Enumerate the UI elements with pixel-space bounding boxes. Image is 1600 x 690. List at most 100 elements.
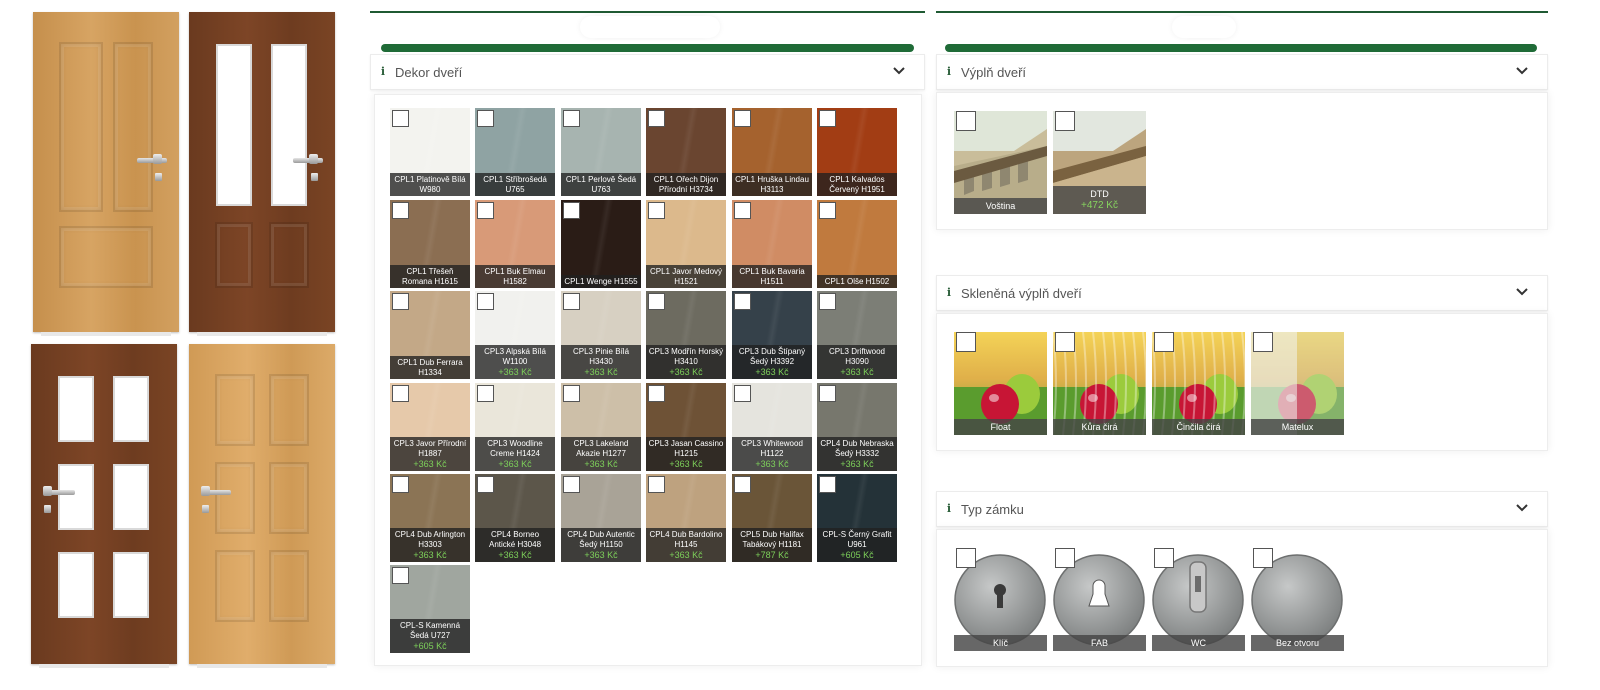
tab-pill[interactable] [580, 16, 720, 38]
decor-checkbox[interactable] [392, 293, 409, 310]
decor-swatch[interactable]: CPL3 Lakeland Akazie H1277 +363 Kč [561, 383, 641, 471]
fill-option-dtd[interactable]: DTD +472 Kč [1053, 111, 1146, 214]
decor-checkbox[interactable] [648, 110, 665, 127]
glass-option[interactable]: Činčila čirá [1152, 332, 1245, 435]
decor-checkbox[interactable] [563, 476, 580, 493]
decor-swatch[interactable]: CPL3 Pinie Bílá H3430 +363 Kč [561, 291, 641, 379]
decor-checkbox[interactable] [819, 202, 836, 219]
glass-option[interactable]: Float [954, 332, 1047, 435]
door-preview-oak-6-panel[interactable] [189, 344, 335, 668]
decor-swatch[interactable]: CPL1 Javor Medový H1521 [646, 200, 726, 288]
decor-swatch[interactable]: CPL4 Borneo Antické H3048 +363 Kč [475, 474, 555, 562]
decor-swatch[interactable]: CPL3 Whitewood H1122 +363 Kč [732, 383, 812, 471]
decor-checkbox[interactable] [819, 476, 836, 493]
info-icon[interactable]: i [377, 65, 389, 79]
chevron-down-icon[interactable] [1515, 64, 1529, 78]
decor-checkbox[interactable] [648, 293, 665, 310]
decor-swatch[interactable]: CPL-S Černý Grafit U961 +605 Kč [817, 474, 897, 562]
decor-swatch[interactable]: CPL1 Dub Ferrara H1334 [390, 291, 470, 379]
lock-checkbox[interactable] [1253, 548, 1273, 568]
decor-checkbox[interactable] [648, 385, 665, 402]
decor-checkbox[interactable] [477, 110, 494, 127]
lock-checkbox[interactable] [1154, 548, 1174, 568]
decor-swatch[interactable]: CPL4 Dub Nebraska Šedý H3332 +363 Kč [817, 383, 897, 471]
glass-option[interactable]: Kůra čirá [1053, 332, 1146, 435]
decor-swatch[interactable]: CPL3 Driftwood H3090 +363 Kč [817, 291, 897, 379]
chevron-down-icon[interactable] [892, 64, 906, 78]
glass-section-header[interactable]: i Skleněná výplň dveří [936, 275, 1548, 311]
decor-swatch[interactable]: CPL3 Modřín Horský H3410 +363 Kč [646, 291, 726, 379]
fill-option-vostina[interactable]: Voština [954, 111, 1047, 214]
tab-pill-right[interactable] [1172, 16, 1236, 38]
decor-checkbox[interactable] [819, 110, 836, 127]
decor-swatch[interactable]: CPL3 Jasan Cassino H1215 +363 Kč [646, 383, 726, 471]
lock-option[interactable]: Klíč [954, 548, 1047, 651]
door-preview-panel-oak[interactable] [33, 12, 179, 336]
decor-swatch[interactable]: CPL1 Buk Elmau H1582 [475, 200, 555, 288]
decor-checkbox[interactable] [477, 476, 494, 493]
decor-checkbox[interactable] [392, 110, 409, 127]
lock-option[interactable]: Bez otvoru [1251, 548, 1344, 651]
decor-checkbox[interactable] [392, 476, 409, 493]
decor-checkbox[interactable] [563, 385, 580, 402]
chevron-down-icon[interactable] [1515, 501, 1529, 515]
decor-checkbox[interactable] [734, 110, 751, 127]
decor-checkbox[interactable] [734, 202, 751, 219]
decor-swatch[interactable]: CPL5 Dub Halifax Tabákový H1181 +787 Kč [732, 474, 812, 562]
decor-checkbox[interactable] [563, 110, 580, 127]
decor-swatch[interactable]: CPL4 Dub Arlington H3303 +363 Kč [390, 474, 470, 562]
decor-swatch[interactable]: CPL1 Buk Bavaria H1511 [732, 200, 812, 288]
door-preview-walnut-glass-2[interactable] [189, 12, 335, 336]
decor-swatch[interactable]: CPL1 Stříbrošedá U765 [475, 108, 555, 196]
glass-checkbox[interactable] [956, 332, 976, 352]
decor-swatch[interactable]: CPL4 Dub Autentic Šedý H1150 +363 Kč [561, 474, 641, 562]
fill-checkbox[interactable] [1055, 111, 1075, 131]
lock-option[interactable]: WC [1152, 548, 1245, 651]
decor-checkbox[interactable] [477, 385, 494, 402]
decor-checkbox[interactable] [392, 385, 409, 402]
decor-checkbox[interactable] [392, 202, 409, 219]
decor-checkbox[interactable] [648, 476, 665, 493]
decor-checkbox[interactable] [819, 385, 836, 402]
fill-checkbox[interactable] [956, 111, 976, 131]
decor-checkbox[interactable] [563, 293, 580, 310]
lock-checkbox[interactable] [1055, 548, 1075, 568]
glass-checkbox[interactable] [1055, 332, 1075, 352]
decor-checkbox[interactable] [563, 202, 580, 219]
glass-checkbox[interactable] [1154, 332, 1174, 352]
decor-swatch[interactable]: CPL-S Kamenná Šedá U727 +605 Kč [390, 565, 470, 653]
decor-swatch[interactable]: CPL1 Třešeň Romana H1615 [390, 200, 470, 288]
decor-swatch[interactable]: CPL1 Platinově Bílá W980 [390, 108, 470, 196]
decor-swatch[interactable]: CPL3 Alpská Bílá W1100 +363 Kč [475, 291, 555, 379]
decor-checkbox[interactable] [819, 293, 836, 310]
decor-checkbox[interactable] [734, 385, 751, 402]
decor-swatch[interactable]: CPL1 Ořech Dijon Přírodní H3734 [646, 108, 726, 196]
decor-swatch[interactable]: CPL3 Javor Přírodní H1887 +363 Kč [390, 383, 470, 471]
info-icon[interactable]: i [943, 502, 955, 516]
fill-section-header[interactable]: i Výplň dveří [936, 54, 1548, 90]
decor-swatch[interactable]: CPL1 Hruška Lindau H3113 [732, 108, 812, 196]
decor-section-header[interactable]: i Dekor dveří [370, 54, 925, 90]
decor-checkbox[interactable] [734, 293, 751, 310]
decor-checkbox[interactable] [477, 293, 494, 310]
decor-swatch[interactable]: CPL1 Kalvados Červený H1951 [817, 108, 897, 196]
chevron-down-icon[interactable] [1515, 285, 1529, 299]
decor-checkbox[interactable] [477, 202, 494, 219]
decor-swatch[interactable]: CPL3 Dub Štípaný Šedý H3392 +363 Kč [732, 291, 812, 379]
decor-checkbox[interactable] [392, 567, 409, 584]
info-icon[interactable]: i [943, 65, 955, 79]
info-icon[interactable]: i [943, 286, 955, 300]
decor-swatch[interactable]: CPL1 Olše H1502 [817, 200, 897, 288]
decor-swatch[interactable]: CPL3 Woodline Creme H1424 +363 Kč [475, 383, 555, 471]
decor-checkbox[interactable] [648, 202, 665, 219]
lock-checkbox[interactable] [956, 548, 976, 568]
glass-checkbox[interactable] [1253, 332, 1273, 352]
lock-option[interactable]: FAB [1053, 548, 1146, 651]
glass-option[interactable]: Matelux [1251, 332, 1344, 435]
decor-swatch[interactable]: CPL1 Perlově Šedá U763 [561, 108, 641, 196]
decor-checkbox[interactable] [734, 476, 751, 493]
decor-swatch[interactable]: CPL4 Dub Bardolino H1145 +363 Kč [646, 474, 726, 562]
decor-swatch[interactable]: CPL1 Wenge H1555 [561, 200, 641, 288]
door-preview-walnut-glass-6[interactable] [31, 344, 177, 668]
lock-section-header[interactable]: i Typ zámku [936, 491, 1548, 527]
